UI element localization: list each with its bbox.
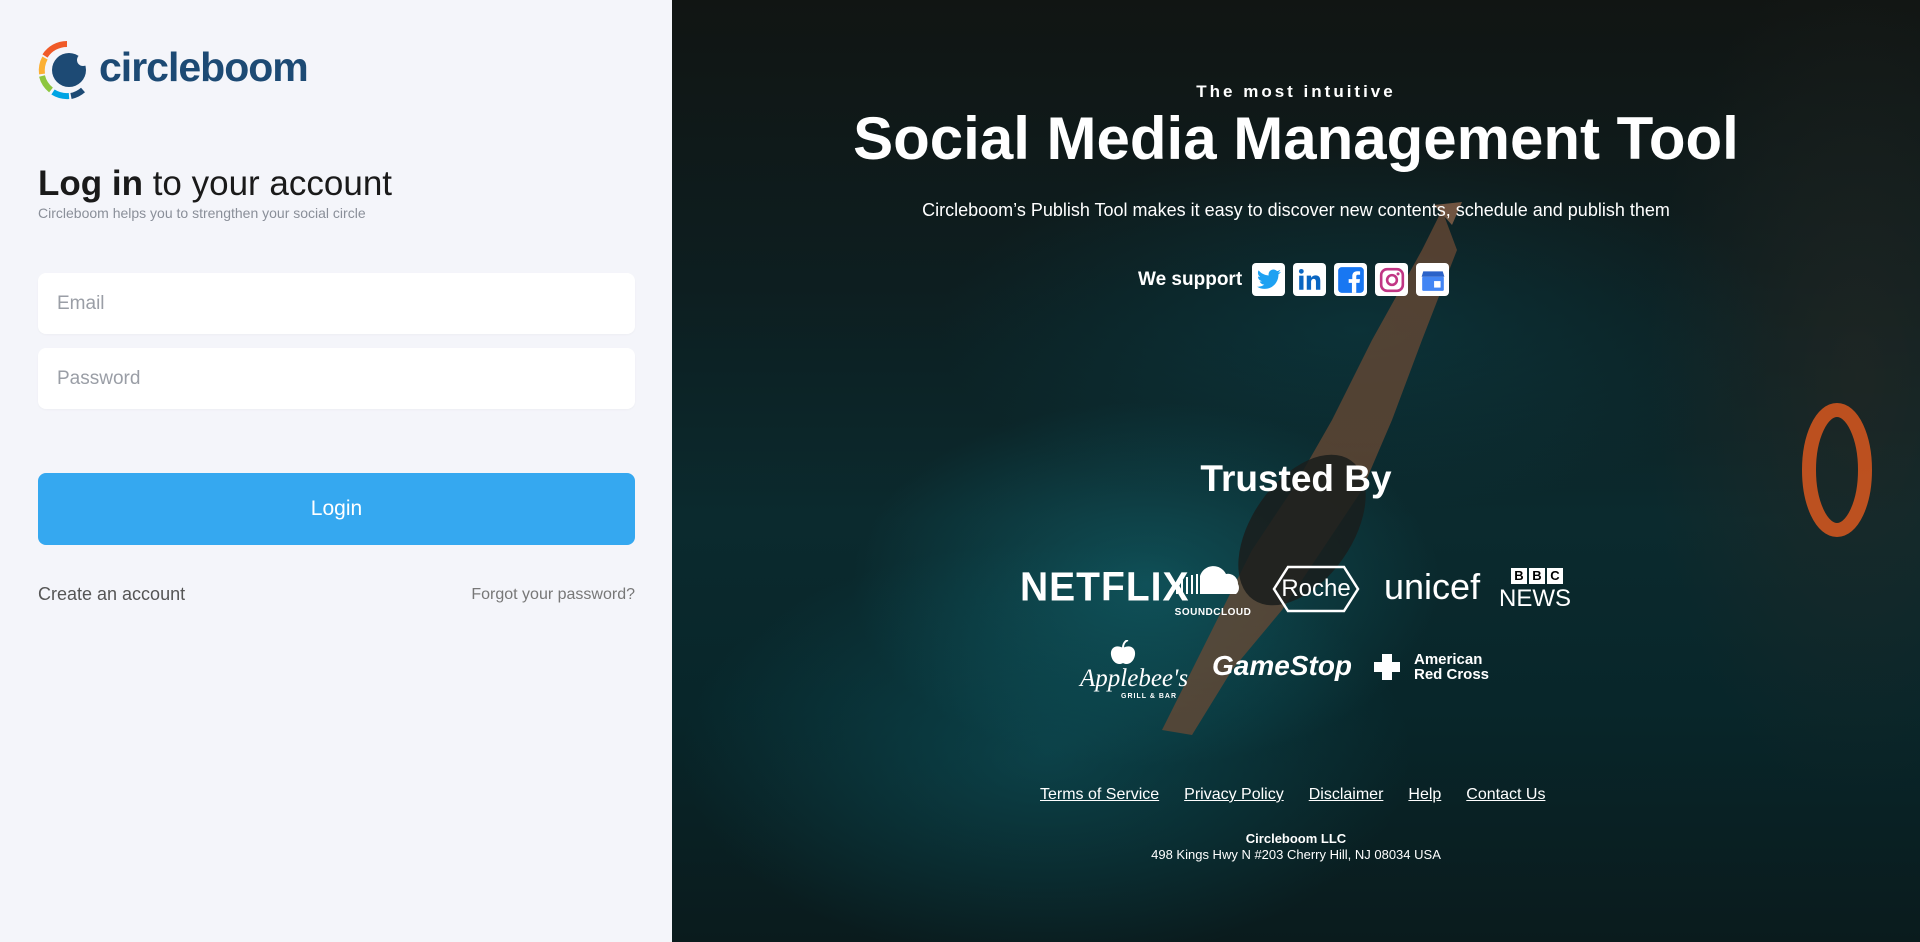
email-field[interactable]	[38, 273, 635, 334]
circleboom-logo-icon	[38, 40, 89, 100]
privacy-link[interactable]: Privacy Policy	[1184, 786, 1284, 804]
trusted-by-heading: Trusted By	[1200, 458, 1392, 499]
company-address: 498 Kings Hwy N #203 Cherry Hill, NJ 080…	[1151, 847, 1441, 862]
hero-description: Circleboom’s Publish Tool makes it easy …	[922, 200, 1670, 220]
gamestop-logo: GameStop	[1212, 650, 1353, 681]
twitter-icon[interactable]	[1252, 263, 1286, 296]
hero-tagline: The most intuitive	[1196, 82, 1396, 101]
instagram-icon[interactable]	[1375, 263, 1409, 296]
bbc-news-logo: B B C NEWS	[1499, 568, 1571, 613]
applebees-label: Applebee's	[1080, 665, 1189, 692]
brand-name: circleboom	[99, 43, 309, 90]
soundcloud-label: SOUNDCLOUD	[1174, 607, 1252, 618]
create-account-link[interactable]: Create an account	[38, 584, 185, 605]
applebees-logo: Applebee's GRILL & BAR	[1080, 639, 1189, 700]
terms-link[interactable]: Terms of Service	[1040, 786, 1159, 804]
disclaimer-link[interactable]: Disclaimer	[1309, 786, 1384, 804]
hero-title: Social Media Management Tool	[853, 105, 1739, 172]
bbc-letter-b2: B	[1529, 568, 1545, 584]
google-business-icon[interactable]	[1416, 263, 1450, 296]
page-subtitle: Circleboom helps you to strengthen your …	[38, 205, 366, 221]
hero-panel: The most intuitive Social Media Manageme…	[672, 0, 1920, 942]
netflix-logo: NETFLIX	[1020, 564, 1190, 611]
linkedin-icon[interactable]	[1293, 263, 1327, 296]
supported-networks: We support	[1138, 263, 1457, 296]
support-label: We support	[1138, 268, 1243, 290]
soundcloud-logo: SOUNDCLOUD	[1172, 562, 1254, 618]
red-cross-logo: American Red Cross	[1372, 652, 1489, 682]
page-title: Log in to your account	[38, 164, 392, 204]
circleboom-logo[interactable]: circleboom	[37, 38, 309, 102]
login-button[interactable]: Login	[38, 473, 635, 545]
roche-logo: Roche	[1272, 565, 1360, 613]
forgot-password-link[interactable]: Forgot your password?	[471, 586, 635, 604]
bbc-news-label: NEWS	[1499, 585, 1571, 612]
heading-bold: Log in	[38, 164, 143, 203]
password-field[interactable]	[38, 348, 635, 409]
footer-links: Terms of Service Privacy Policy Disclaim…	[1040, 786, 1570, 804]
facebook-icon[interactable]	[1334, 263, 1368, 296]
cross-icon	[1374, 654, 1400, 680]
applebees-sub: GRILL & BAR	[1121, 693, 1178, 700]
apple-icon	[1110, 639, 1136, 665]
red-cross-line1: American	[1414, 651, 1483, 668]
red-cross-line2: Red Cross	[1414, 666, 1490, 683]
company-name: Circleboom LLC	[1245, 831, 1347, 846]
unicef-logo: unicef	[1384, 566, 1481, 607]
help-link[interactable]: Help	[1408, 786, 1441, 804]
heading-rest: to your account	[142, 164, 393, 203]
bbc-letter-b1: B	[1511, 568, 1527, 584]
contact-link[interactable]: Contact Us	[1466, 786, 1545, 804]
login-panel: circleboom Log in to your account Circle…	[0, 0, 672, 942]
roche-label: Roche	[1281, 575, 1351, 602]
bbc-letter-c: C	[1547, 568, 1563, 584]
